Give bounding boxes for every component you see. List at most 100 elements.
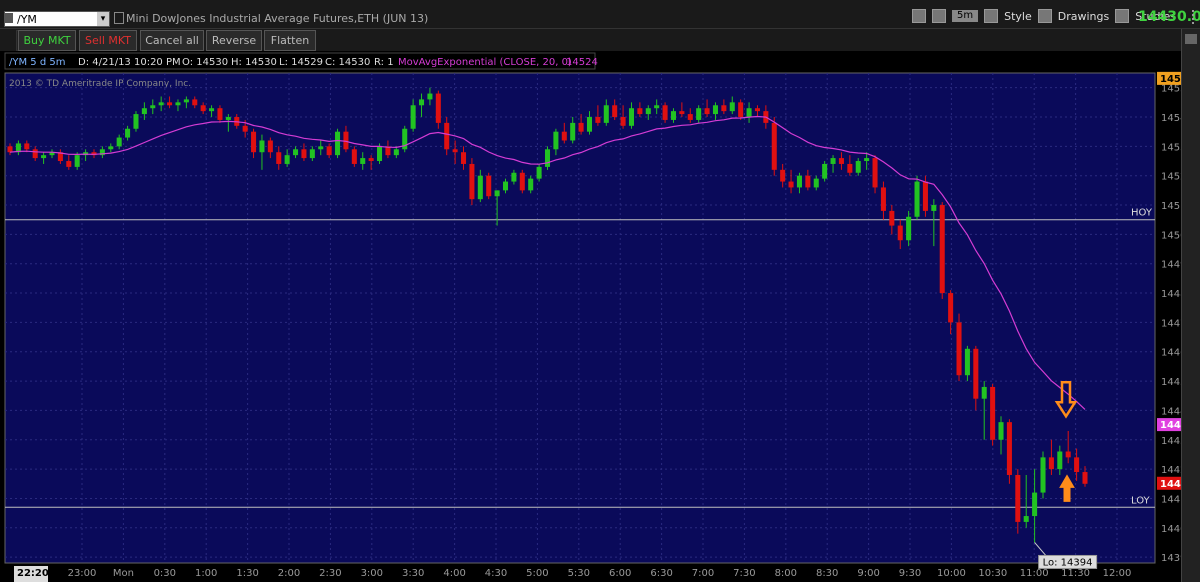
candle-body bbox=[645, 108, 651, 115]
y-tick-label: 14460 bbox=[1161, 348, 1181, 359]
y-tick-label: 14400 bbox=[1161, 524, 1181, 535]
candle-body bbox=[1015, 474, 1021, 522]
candle-body bbox=[125, 128, 131, 138]
symbol-lookup-icon[interactable] bbox=[5, 13, 13, 23]
candle-body bbox=[200, 105, 206, 112]
x-tick-label: 6:00 bbox=[609, 568, 631, 579]
x-tick-label: 6:30 bbox=[650, 568, 672, 579]
sell-mkt-button[interactable]: Sell MKT bbox=[79, 30, 137, 51]
candle-body bbox=[1074, 457, 1080, 473]
menu-handle-icon[interactable] bbox=[1192, 10, 1200, 24]
x-tick-label: 1:00 bbox=[195, 568, 217, 579]
buy-mkt-button[interactable]: Buy MKT bbox=[18, 30, 76, 51]
x-tick-label: 1:30 bbox=[236, 568, 258, 579]
candle-body bbox=[276, 152, 282, 164]
candle-body bbox=[444, 122, 450, 150]
candle-body bbox=[536, 166, 542, 179]
candle-body bbox=[838, 158, 844, 164]
hline-label: HOY bbox=[1131, 208, 1153, 219]
y-tick-label: 14550 bbox=[1161, 84, 1181, 95]
info-study: MovAvgExponential (CLOSE, 20, 0) bbox=[398, 57, 572, 68]
info-high: H: 14530 bbox=[231, 57, 277, 68]
candle-body bbox=[561, 131, 567, 141]
candle-body bbox=[251, 131, 257, 153]
candle-body bbox=[1040, 457, 1046, 493]
candle-body bbox=[192, 99, 198, 106]
candle-body bbox=[393, 149, 399, 156]
style-button[interactable]: Style bbox=[1004, 10, 1032, 23]
ema-price-badge-text: 14435 bbox=[1160, 420, 1181, 431]
candle-body bbox=[1082, 472, 1088, 484]
x-tick-label: 23:00 bbox=[68, 568, 97, 579]
candle-body bbox=[502, 181, 509, 191]
candle-body bbox=[738, 102, 744, 118]
x-tick-label: Mon bbox=[113, 568, 134, 579]
candle-body bbox=[696, 108, 702, 120]
chart-svg[interactable]: /YM 5 d 5m D: 4/21/13 10:20 PM O: 14530 … bbox=[0, 51, 1181, 582]
collapse-icon[interactable] bbox=[1185, 34, 1197, 44]
studies-icon[interactable] bbox=[1115, 9, 1130, 23]
style-icon[interactable] bbox=[984, 9, 999, 23]
y-tick-label: 14490 bbox=[1161, 260, 1181, 271]
candle-body bbox=[1006, 422, 1012, 475]
candle-body bbox=[830, 158, 836, 164]
candle-body bbox=[864, 158, 870, 162]
candle-body bbox=[41, 155, 47, 159]
x-tick-label: 0:30 bbox=[154, 568, 176, 579]
candle-body bbox=[670, 111, 676, 120]
candle-body bbox=[662, 105, 668, 120]
current-price-badge-text: 14415 bbox=[1160, 479, 1181, 490]
candle-body bbox=[721, 105, 727, 112]
settings-icon[interactable] bbox=[932, 9, 946, 23]
candle-body bbox=[578, 122, 584, 132]
low-bubble-text: Lo: 14394 bbox=[1043, 557, 1093, 568]
candle-body bbox=[427, 93, 433, 100]
candle-body bbox=[133, 114, 139, 129]
candle-body bbox=[948, 293, 954, 323]
zoom-icon[interactable] bbox=[912, 9, 926, 23]
candle-body bbox=[880, 187, 886, 211]
info-low: L: 14529 bbox=[279, 57, 323, 68]
instrument-info-icon[interactable] bbox=[114, 12, 124, 24]
candle-body bbox=[108, 146, 114, 150]
candle-body bbox=[7, 146, 13, 153]
candle-body bbox=[452, 149, 458, 153]
flatten-button[interactable]: Flatten bbox=[264, 30, 316, 51]
candle-body bbox=[956, 322, 962, 376]
top-toolbar: /YM ▾ Mini DowJones Industrial Average F… bbox=[0, 0, 1200, 29]
y-tick-label: 14450 bbox=[1161, 377, 1181, 388]
candle-body bbox=[116, 137, 122, 147]
x-tick-label: 3:00 bbox=[361, 568, 383, 579]
candle-body bbox=[906, 216, 912, 241]
x-tick-label: 7:00 bbox=[692, 568, 714, 579]
cancel-all-button[interactable]: Cancel all bbox=[140, 30, 204, 51]
candle-body bbox=[1065, 451, 1071, 458]
candle-body bbox=[805, 175, 811, 188]
candle-body bbox=[1048, 457, 1054, 470]
reverse-button[interactable]: Reverse bbox=[206, 30, 262, 51]
candle-body bbox=[847, 163, 853, 173]
y-tick-label: 14500 bbox=[1161, 230, 1181, 241]
y-tick-label: 14390 bbox=[1161, 553, 1181, 564]
drawings-icon[interactable] bbox=[1037, 9, 1052, 23]
candle-body bbox=[494, 190, 500, 197]
x-tick-label: 3:30 bbox=[402, 568, 424, 579]
side-panel bbox=[1181, 29, 1200, 582]
candle-body bbox=[620, 117, 626, 126]
info-range: R: 1 bbox=[374, 57, 394, 68]
price-chart[interactable]: /YM 5 d 5m D: 4/21/13 10:20 PM O: 14530 … bbox=[0, 51, 1181, 582]
candle-body bbox=[998, 422, 1004, 440]
candle-body bbox=[990, 386, 996, 440]
y-tick-label: 14420 bbox=[1161, 465, 1181, 476]
timeframe-button[interactable]: 5m bbox=[952, 10, 979, 22]
candle-body bbox=[318, 146, 324, 150]
symbol-dropdown-icon[interactable]: ▾ bbox=[97, 12, 109, 26]
symbol-input[interactable]: /YM ▾ bbox=[4, 11, 110, 27]
order-bar: Buy MKT Sell MKT Cancel all Reverse Flat… bbox=[0, 29, 1200, 51]
candle-body bbox=[225, 117, 231, 120]
candle-body bbox=[603, 105, 609, 123]
candle-body bbox=[1032, 492, 1038, 517]
candle-body bbox=[335, 131, 341, 156]
y-tick-label: 14480 bbox=[1161, 289, 1181, 300]
drawings-button[interactable]: Drawings bbox=[1058, 10, 1109, 23]
